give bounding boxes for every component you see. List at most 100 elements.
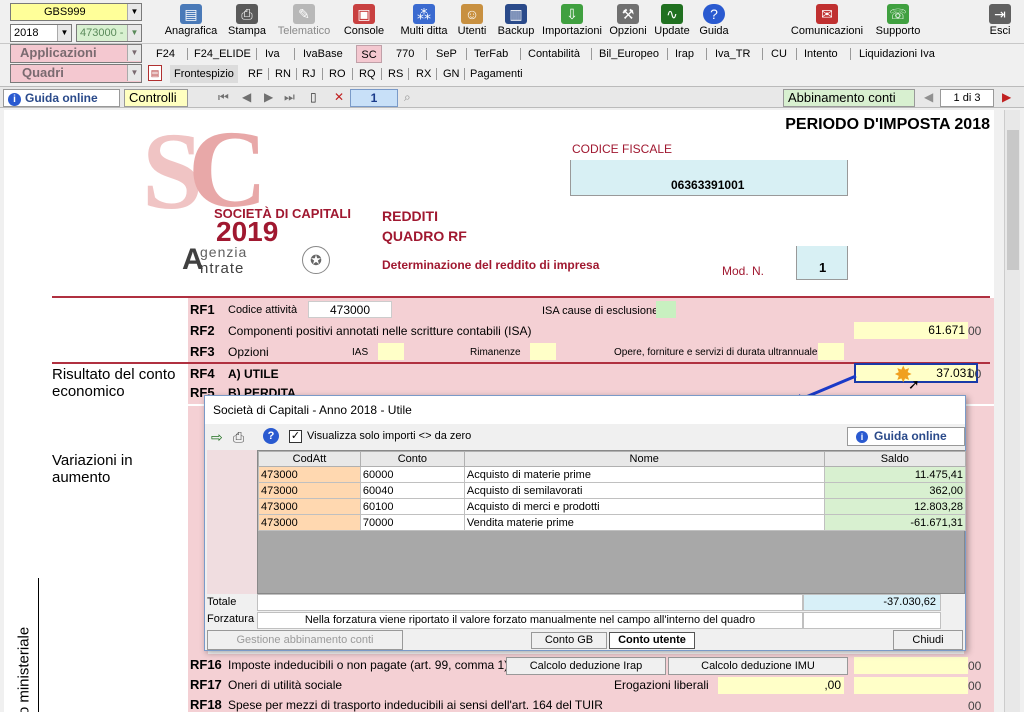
scrollbar-thumb[interactable]: [1007, 130, 1019, 270]
tab-irap[interactable]: Irap: [671, 45, 698, 63]
page-number-field[interactable]: 1: [350, 89, 398, 107]
activity-combo[interactable]: 473000 - ▼: [76, 24, 142, 42]
controlli-button[interactable]: Controlli: [124, 89, 188, 107]
tab-sc[interactable]: SC: [356, 45, 382, 63]
table-row[interactable]: 473000 60100 Acquisto di merci e prodott…: [258, 498, 967, 515]
conto-gb-button[interactable]: Conto GB: [531, 632, 607, 649]
dialog-guida-online-button[interactable]: i Guida online: [847, 427, 965, 446]
guida-button[interactable]: ? Guida: [696, 2, 732, 42]
dialog-titlebar[interactable]: Società di Capitali - Anno 2018 - Utile: [205, 396, 965, 424]
tab-rf[interactable]: RF: [244, 65, 267, 83]
tab-frontespizio[interactable]: Frontespizio: [170, 65, 238, 83]
stampa-button[interactable]: ⎙ Stampa: [224, 2, 270, 42]
rf1-isa-field[interactable]: [656, 301, 676, 318]
forzatura-value-field[interactable]: [803, 612, 941, 629]
tab-rq[interactable]: RQ: [355, 65, 380, 83]
table-row[interactable]: 473000 70000 Vendita materie prime -61.6…: [258, 514, 967, 531]
search-page-icon[interactable]: ⌕: [404, 90, 411, 105]
column-header-nome[interactable]: Nome: [463, 451, 825, 467]
tab-rx[interactable]: RX: [412, 65, 435, 83]
tab-terfab[interactable]: TerFab: [470, 45, 512, 63]
rf3-opere-field[interactable]: [818, 343, 844, 360]
column-header-codatt[interactable]: CodAtt: [258, 451, 361, 467]
utenti-button[interactable]: ☺ Utenti: [454, 2, 490, 42]
tab-f24[interactable]: F24: [152, 45, 179, 63]
tab-gn[interactable]: GN: [439, 65, 464, 83]
guida-online-button[interactable]: i Guida online: [3, 89, 120, 107]
rf3-rimanenze-field[interactable]: [530, 343, 556, 360]
company-combo[interactable]: GBS999 ▼: [10, 3, 142, 21]
console-icon: ▣: [353, 4, 375, 24]
tab-rn[interactable]: RN: [271, 65, 295, 83]
totale-value-field: -37.030,62: [803, 594, 941, 611]
multi-ditta-button[interactable]: ⁂ Multi ditta: [396, 2, 452, 42]
column-header-conto[interactable]: Conto: [359, 451, 465, 467]
tab-intento[interactable]: Intento: [800, 45, 842, 63]
tab-iva[interactable]: Iva: [261, 45, 284, 63]
next-page-icon[interactable]: ▶: [264, 90, 273, 104]
chevron-down-icon[interactable]: ▼: [127, 4, 141, 20]
mod-number-field[interactable]: 1: [796, 246, 848, 280]
update-button[interactable]: ∿ Update: [652, 2, 692, 42]
rf3-ias-field[interactable]: [378, 343, 404, 360]
chiudi-button[interactable]: Chiudi: [893, 630, 963, 650]
applicazioni-combo[interactable]: Applicazioni ▼: [10, 44, 142, 63]
abbinamento-conti-button[interactable]: Abbinamento conti: [783, 89, 915, 107]
backup-button[interactable]: ▥ Backup: [496, 2, 536, 42]
tab-f24-elide[interactable]: F24_ELIDE: [190, 45, 255, 63]
codice-fiscale-field[interactable]: 06363391001: [570, 160, 848, 196]
printer-icon[interactable]: ⎙: [233, 429, 244, 446]
quadri-combo[interactable]: Quadri ▼: [10, 64, 142, 83]
tab-770[interactable]: 770: [392, 45, 418, 63]
rf2-value-field[interactable]: 61.671: [854, 322, 968, 339]
year-combo[interactable]: 2018 ▼: [10, 24, 72, 42]
vertical-scrollbar[interactable]: [1004, 110, 1020, 712]
column-header-saldo[interactable]: Saldo: [823, 451, 967, 467]
anagrafica-button[interactable]: ▤ Anagrafica: [162, 2, 220, 42]
navigation-bar: i Guida online Controlli ⏮ ◀ ▶ ⏭ ▯ ✕ 1 ⌕ …: [0, 86, 1024, 108]
rf17-erogazioni-field[interactable]: ,00: [718, 677, 844, 694]
calcolo-imu-button[interactable]: Calcolo deduzione IMU: [668, 657, 848, 675]
tab-liquidazioni-iva[interactable]: Liquidazioni Iva: [855, 45, 939, 63]
table-row[interactable]: 473000 60000 Acquisto di materie prime 1…: [258, 466, 967, 483]
comunicazioni-button[interactable]: ✉ Comunicazioni: [788, 2, 866, 42]
tab-iva-tr[interactable]: Iva_TR: [711, 45, 754, 63]
table-row[interactable]: 473000 60040 Acquisto di semilavorati 36…: [258, 482, 967, 499]
supporto-button[interactable]: ☏ Supporto: [872, 2, 924, 42]
export-icon[interactable]: ⇨: [211, 429, 223, 446]
rf16-value-field[interactable]: [854, 657, 968, 674]
conto-utente-button[interactable]: Conto utente: [609, 632, 695, 649]
tab-ivabase[interactable]: IvaBase: [299, 45, 347, 63]
opzioni-button[interactable]: ⚒ Opzioni: [608, 2, 648, 42]
last-page-icon[interactable]: ⏭: [284, 90, 295, 105]
chevron-down-icon[interactable]: ▼: [127, 65, 141, 81]
rf17-value-field[interactable]: [854, 677, 968, 694]
console-button[interactable]: ▣ Console: [340, 2, 388, 42]
chevron-down-icon[interactable]: ▼: [57, 25, 71, 41]
prev-page-icon[interactable]: ◀: [242, 90, 251, 104]
help-icon[interactable]: ?: [263, 428, 279, 444]
show-nonzero-checkbox[interactable]: ✓: [289, 430, 302, 443]
chevron-down-icon[interactable]: ▼: [127, 25, 141, 41]
tab-pagamenti[interactable]: Pagamenti: [466, 65, 527, 83]
tab-ro[interactable]: RO: [325, 65, 350, 83]
importazioni-button[interactable]: ⇩ Importazioni: [540, 2, 604, 42]
pdf-icon[interactable]: ▤: [148, 65, 162, 81]
telematico-button[interactable]: ✎ Telematico: [274, 2, 334, 42]
esci-button[interactable]: ⇥ Esci: [984, 2, 1016, 42]
prev-module-icon[interactable]: ◀: [924, 90, 933, 104]
tab-cu[interactable]: CU: [767, 45, 791, 63]
tab-rj[interactable]: RJ: [298, 65, 319, 83]
gestione-abbinamento-button[interactable]: Gestione abbinamento conti: [207, 630, 403, 650]
tab-sep[interactable]: SeP: [432, 45, 461, 63]
tab-contabilita[interactable]: Contabilità: [524, 45, 584, 63]
tab-rs[interactable]: RS: [384, 65, 407, 83]
calcolo-irap-button[interactable]: Calcolo deduzione Irap: [506, 657, 666, 675]
chevron-down-icon[interactable]: ▼: [127, 45, 141, 61]
new-page-icon[interactable]: ▯: [310, 90, 317, 104]
rf1-activity-field[interactable]: 473000: [308, 301, 392, 318]
first-page-icon[interactable]: ⏮: [218, 90, 229, 105]
delete-page-icon[interactable]: ✕: [334, 90, 344, 104]
tab-bil-europeo[interactable]: Bil_Europeo: [595, 45, 663, 63]
next-module-icon[interactable]: ▶: [1002, 90, 1011, 104]
